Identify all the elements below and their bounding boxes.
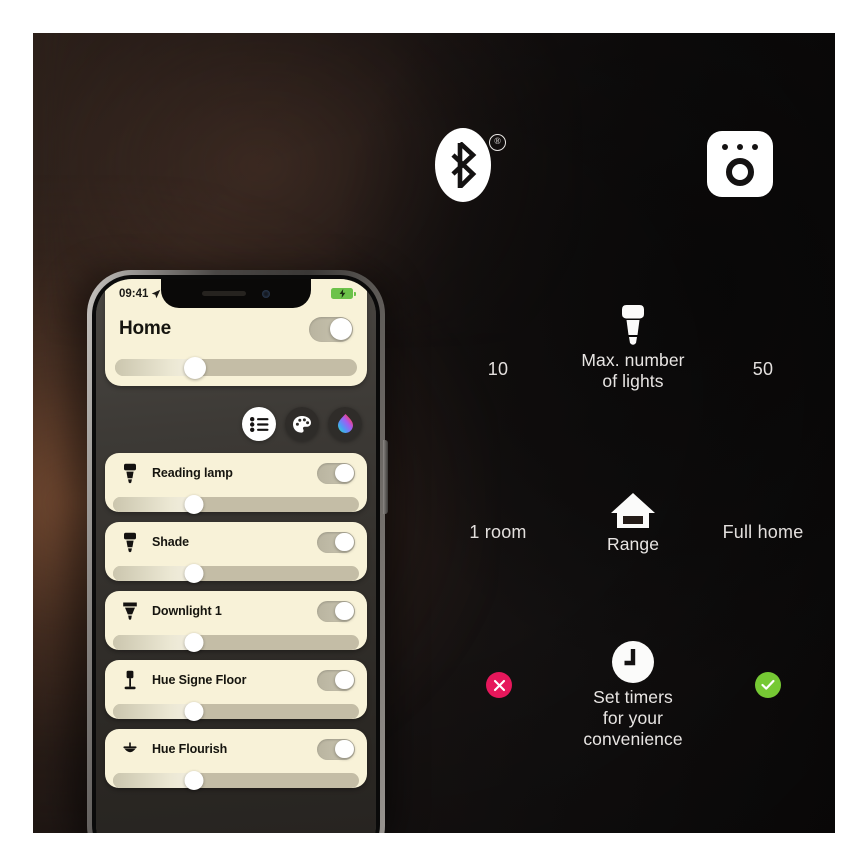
light-toggle[interactable]: [317, 669, 355, 691]
light-name: Downlight 1: [152, 604, 222, 618]
light-row: Reading lamp: [105, 453, 367, 493]
light-toggle[interactable]: [317, 738, 355, 760]
bridge-ring: [726, 158, 754, 186]
location-arrow-icon: [152, 289, 161, 298]
palette-icon: [293, 415, 311, 433]
light-brightness-fill: [113, 773, 195, 788]
bluetooth-glyph: [451, 142, 477, 188]
downlight-icon: [117, 601, 143, 622]
bulb-glyph: [124, 532, 136, 552]
color-drop-icon: [337, 414, 353, 433]
home-title-row: Home: [105, 307, 367, 349]
range-right-value: Full home: [722, 522, 804, 542]
phone-notch: [161, 279, 311, 308]
bulb-icon: [117, 532, 143, 553]
light-card: Downlight 1: [105, 591, 367, 652]
light-card: Hue Flourish: [105, 729, 367, 790]
light-brightness-knob[interactable]: [184, 633, 204, 652]
light-brightness-knob[interactable]: [184, 564, 204, 583]
phone-bezel: 09:41 Home Reading lamp Shade Downlight …: [92, 275, 380, 833]
bridge-dots: [707, 144, 773, 150]
phone-screen: 09:41 Home Reading lamp Shade Downlight …: [96, 279, 376, 833]
list-view-button[interactable]: [242, 407, 276, 441]
light-brightness-slider[interactable]: [113, 495, 359, 514]
light-toggle-knob: [335, 670, 354, 690]
floorlamp-glyph: [124, 670, 136, 689]
charging-bolt-icon: [339, 289, 345, 298]
light-brightness-fill: [113, 704, 195, 719]
floorlamp-icon: [117, 670, 143, 691]
light-name: Hue Signe Floor: [152, 673, 247, 687]
light-card: Reading lamp: [105, 453, 367, 514]
light-toggle-knob: [335, 601, 354, 621]
promo-artwork: ® 10 Max. number of lights 50 1 room Ran…: [33, 33, 835, 833]
scenes-button[interactable]: [285, 407, 319, 441]
light-brightness-fill: [113, 497, 195, 512]
home-brightness-knob[interactable]: [183, 356, 206, 379]
home-master-toggle[interactable]: [309, 316, 353, 342]
light-toggle[interactable]: [317, 600, 355, 622]
bluetooth-badge: ®: [435, 128, 506, 206]
light-brightness-knob[interactable]: [184, 771, 204, 790]
battery-charging-icon: [331, 288, 356, 299]
bulb-glyph: [124, 463, 136, 483]
home-brightness-slider[interactable]: [115, 356, 357, 379]
bulb-glyph: [622, 305, 644, 345]
light-row: Hue Flourish: [105, 729, 367, 769]
light-name: Hue Flourish: [152, 742, 228, 756]
status-time-group: 09:41: [119, 288, 161, 300]
light-brightness-slider[interactable]: [113, 633, 359, 652]
status-time: 09:41: [119, 287, 149, 300]
home-master-toggle-knob: [329, 318, 352, 340]
light-name: Shade: [152, 535, 190, 549]
pendant-glyph: [123, 742, 137, 752]
mode-button-bar: [242, 407, 362, 441]
light-row: Hue Signe Floor: [105, 660, 367, 700]
hue-bridge-icon: [707, 131, 773, 197]
page-title: Home: [119, 318, 171, 339]
light-row: Shade: [105, 522, 367, 562]
check-icon: [761, 679, 775, 690]
list-icon: [249, 416, 268, 432]
light-row: Downlight 1: [105, 591, 367, 631]
max-lights-right-value: 50: [752, 359, 774, 379]
light-toggle[interactable]: [317, 462, 355, 484]
light-brightness-slider[interactable]: [113, 564, 359, 583]
bluetooth-icon: [435, 128, 491, 202]
earpiece-speaker: [202, 291, 246, 296]
light-brightness-slider[interactable]: [113, 702, 359, 721]
status-badge-supported: [755, 672, 781, 698]
light-list: Reading lamp Shade Downlight 1 Hue Signe…: [105, 453, 367, 798]
phone-frame: 09:41 Home Reading lamp Shade Downlight …: [87, 270, 388, 833]
screenshot-root: ® 10 Max. number of lights 50 1 room Ran…: [0, 0, 868, 868]
light-name: Reading lamp: [152, 466, 233, 480]
light-brightness-fill: [113, 566, 195, 581]
registered-trademark-icon: ®: [489, 134, 506, 151]
pendant-icon: [117, 742, 143, 757]
range-center: Range: [423, 485, 835, 555]
clock-glyph: [612, 641, 654, 683]
light-toggle[interactable]: [317, 531, 355, 553]
phone-mockup: 09:41 Home Reading lamp Shade Downlight …: [63, 258, 395, 833]
color-button[interactable]: [328, 407, 362, 441]
light-card: Shade: [105, 522, 367, 583]
phone-power-button[interactable]: [383, 440, 388, 514]
light-toggle-knob: [335, 463, 354, 483]
house-glyph: [611, 493, 655, 528]
downlight-glyph: [123, 602, 137, 620]
light-toggle-knob: [335, 532, 354, 552]
light-card: Hue Signe Floor: [105, 660, 367, 721]
front-camera-icon: [262, 289, 270, 298]
bulb-icon: [423, 301, 835, 347]
light-toggle-knob: [335, 739, 354, 759]
light-brightness-fill: [113, 635, 195, 650]
bulb-icon: [117, 463, 143, 484]
light-brightness-knob[interactable]: [184, 702, 204, 721]
light-brightness-knob[interactable]: [184, 495, 204, 514]
light-brightness-slider[interactable]: [113, 771, 359, 790]
